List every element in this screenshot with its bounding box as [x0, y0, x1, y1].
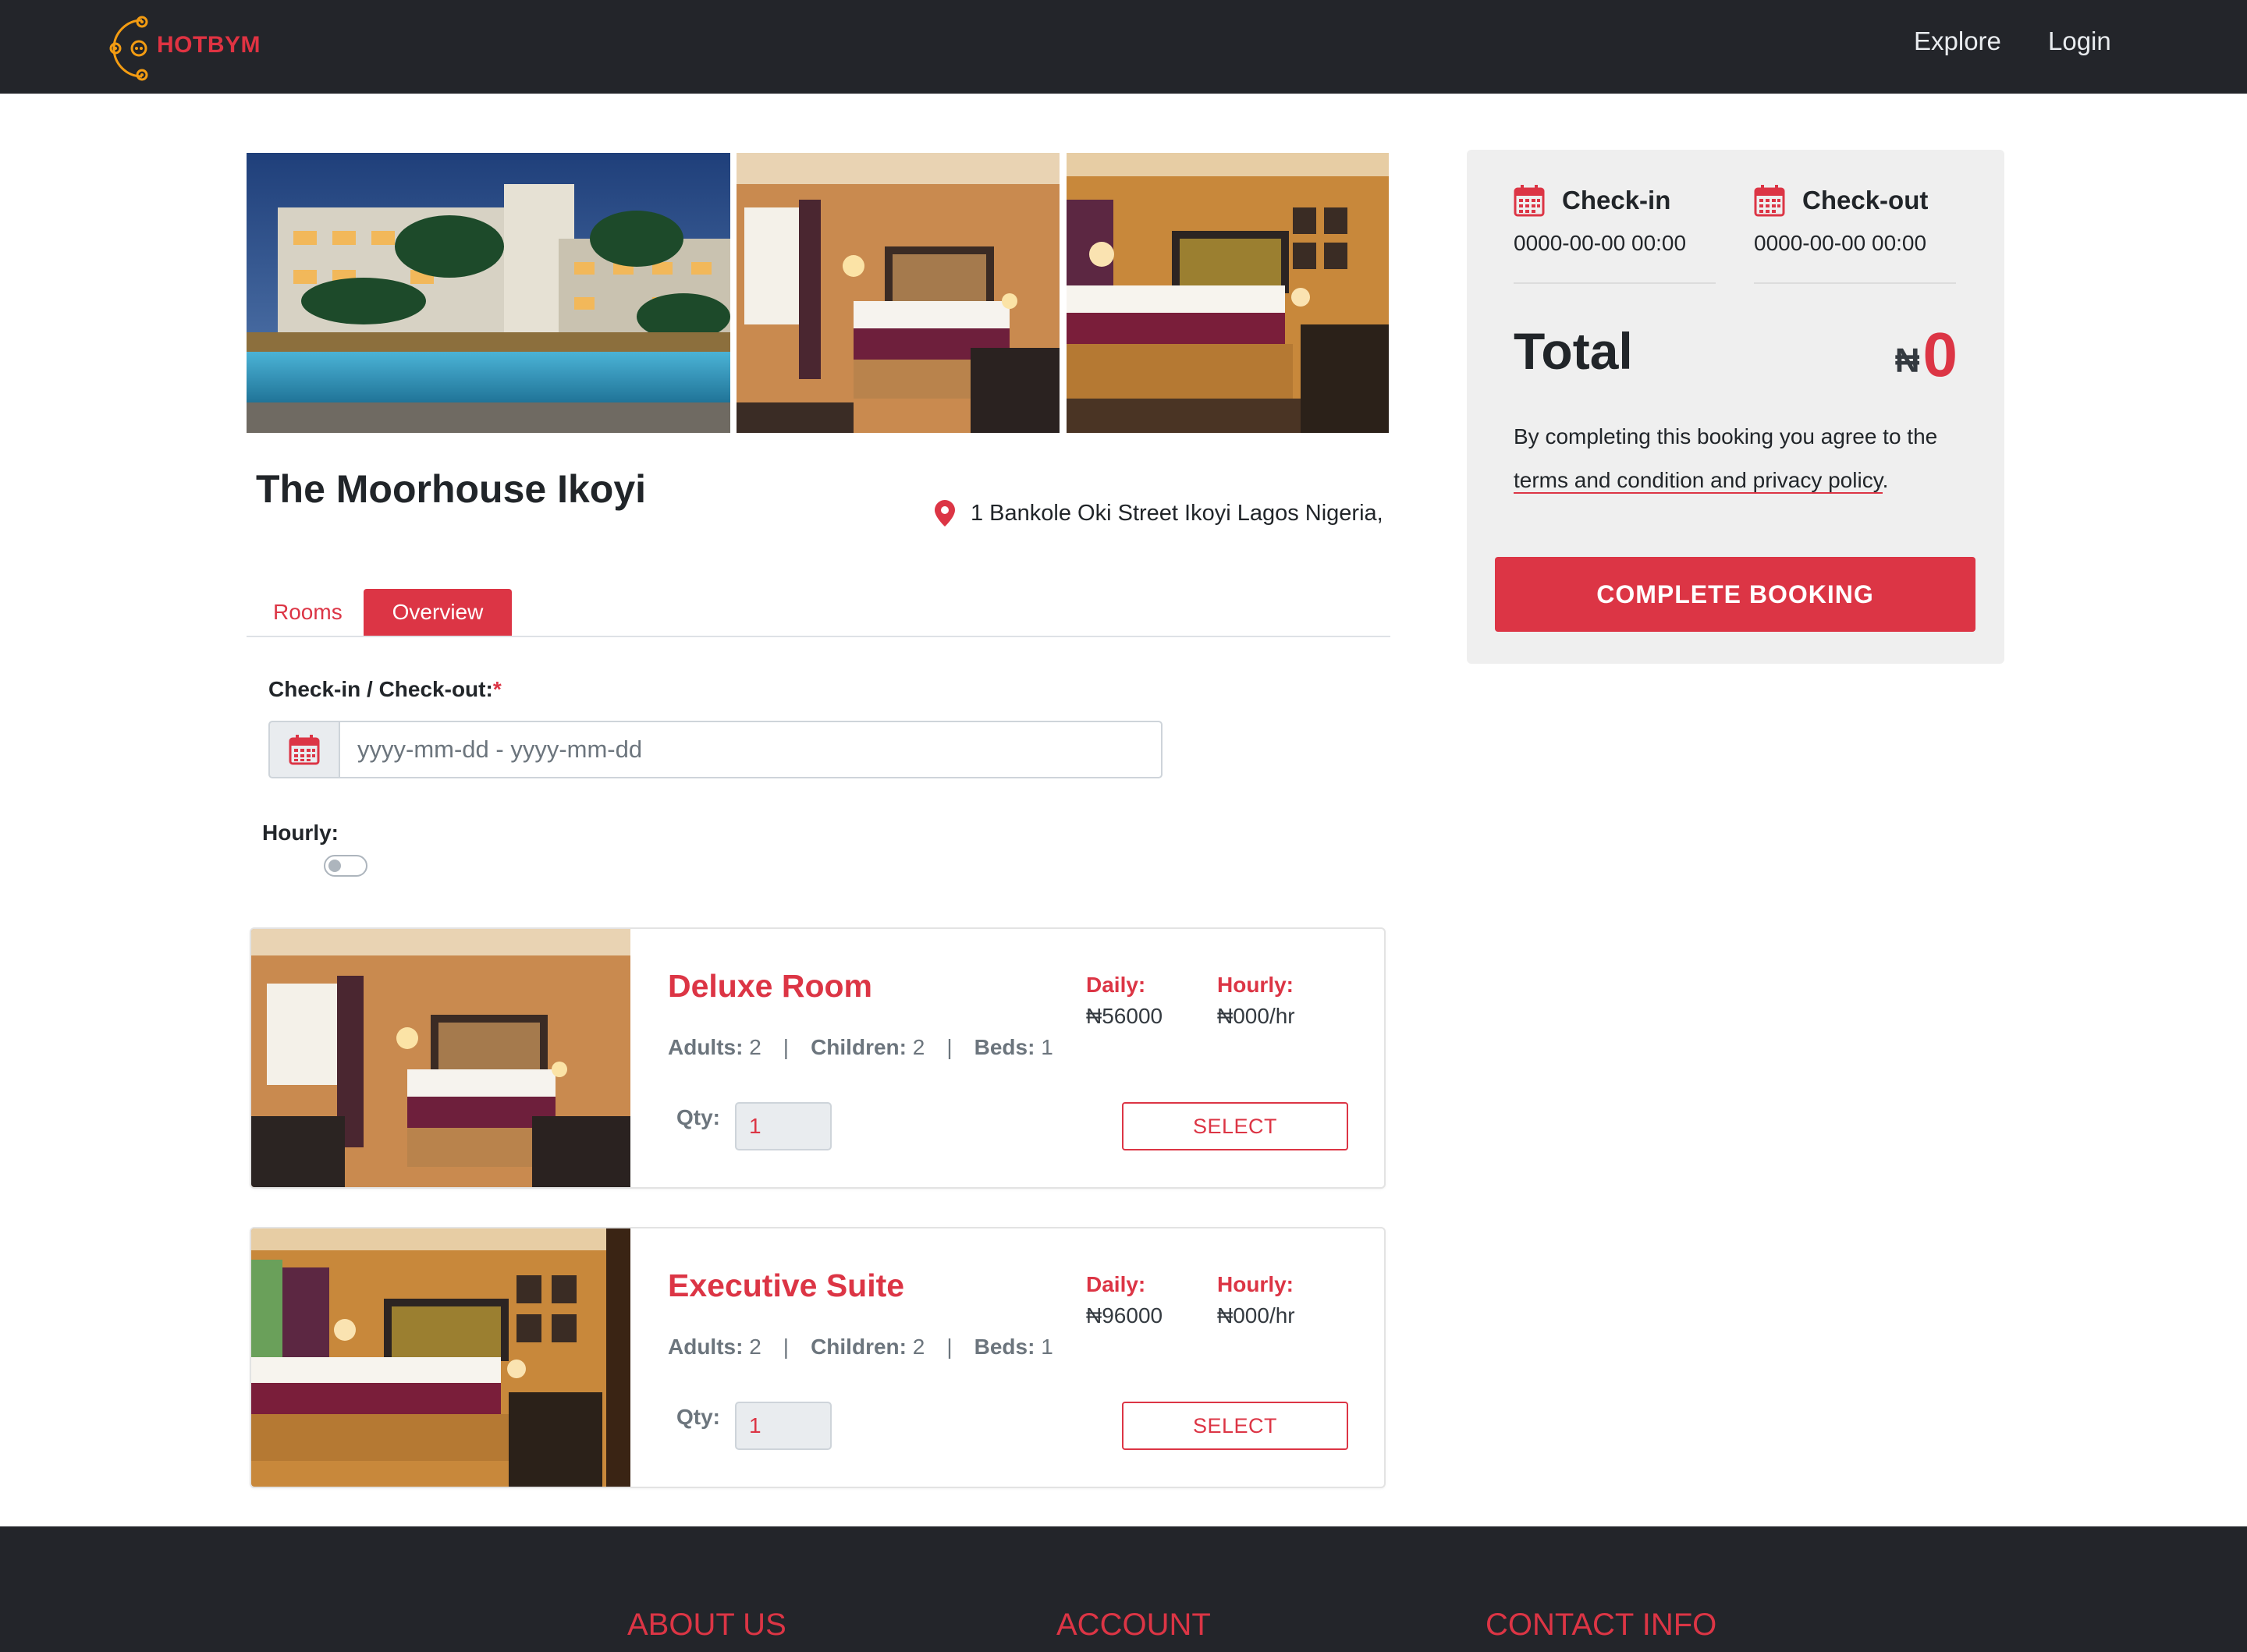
qty-input[interactable]	[735, 1402, 832, 1450]
checkout-value: 0000-00-00 00:00	[1754, 231, 1956, 284]
checkout-heading: Check-out	[1754, 183, 1956, 218]
tab-overview[interactable]: Overview	[364, 589, 512, 636]
top-navbar: HOTBYM Explore Login	[0, 0, 2247, 94]
beds-value: 1	[1041, 1335, 1053, 1359]
room-capacity: Adults: 2 | Children: 2 | Beds: 1	[668, 1035, 1053, 1060]
separator: |	[783, 1035, 790, 1059]
hourly-price: Hourly: ₦000/hr	[1217, 1269, 1295, 1331]
suite-bedroom-photo-icon	[251, 1228, 630, 1487]
currency-symbol: ₦	[1894, 342, 1920, 380]
beds-label: Beds:	[974, 1035, 1035, 1059]
adults-label: Adults:	[668, 1335, 744, 1359]
hotel-address: 1 Bankole Oki Street Ikoyi Lagos Nigeria…	[935, 500, 1383, 526]
daily-price: Daily: ₦56000	[1086, 970, 1163, 1032]
daily-price-label: Daily:	[1086, 1272, 1146, 1296]
nav-explore-link[interactable]: Explore	[1914, 27, 2001, 56]
hourly-price-value: ₦000/hr	[1217, 1303, 1295, 1328]
booking-summary: Check-in 0000-00-00 00:00 Check-out 0000…	[1467, 150, 2004, 664]
date-range-input[interactable]	[339, 721, 1163, 778]
brand-logo[interactable]: HOTBYM	[109, 14, 265, 81]
footer-contact-heading: CONTACT INFO	[1486, 1608, 1717, 1642]
hotel-address-text: 1 Bankole Oki Street Ikoyi Lagos Nigeria…	[971, 500, 1383, 526]
beds-value: 1	[1041, 1035, 1053, 1059]
dates-label: Check-in / Check-out:*	[268, 677, 502, 702]
calendar-icon	[1754, 185, 1785, 217]
map-pin-icon	[935, 500, 955, 526]
gallery-image-deluxe-room[interactable]	[737, 153, 1060, 433]
separator: |	[946, 1035, 953, 1059]
hourly-label: Hourly:	[262, 821, 339, 845]
terms-link[interactable]: terms and condition and privacy policy	[1514, 468, 1883, 494]
beds-label: Beds:	[974, 1335, 1035, 1359]
qty-label: Qty:	[676, 1405, 720, 1429]
deluxe-bedroom-photo-icon	[737, 153, 1060, 433]
qty-label: Qty:	[676, 1105, 720, 1129]
total-amount: ₦ 0	[1895, 321, 1958, 388]
hourly-price-label: Hourly:	[1217, 973, 1294, 997]
terms-notice: By completing this booking you agree to …	[1514, 415, 1974, 502]
agree-text: By completing this booking you agree to …	[1514, 424, 1938, 448]
agree-end: .	[1882, 468, 1889, 492]
adults-label: Adults:	[668, 1035, 744, 1059]
daily-price-value: ₦56000	[1086, 1004, 1163, 1028]
gallery-image-hotel-pool[interactable]	[247, 153, 730, 433]
toggle-knob	[328, 860, 341, 872]
daily-price-label: Daily:	[1086, 973, 1146, 997]
brand-name: HOTBYM	[157, 32, 261, 58]
room-capacity: Adults: 2 | Children: 2 | Beds: 1	[668, 1335, 1053, 1360]
children-value: 2	[912, 1335, 925, 1359]
daily-price: Daily: ₦96000	[1086, 1269, 1163, 1331]
footer: ABOUT US ACCOUNT CONTACT INFO	[0, 1526, 2247, 1652]
hourly-price: Hourly: ₦000/hr	[1217, 970, 1295, 1032]
room-name: Executive Suite	[668, 1267, 905, 1303]
dates-label-text: Check-in / Check-out:	[268, 677, 493, 701]
checkin-heading: Check-in	[1514, 183, 1716, 218]
checkin-summary: Check-in 0000-00-00 00:00	[1514, 183, 1716, 284]
hourly-toggle[interactable]	[324, 855, 367, 877]
date-addon[interactable]	[268, 721, 339, 778]
select-room-button[interactable]: SELECT	[1122, 1402, 1348, 1450]
logo-mark-icon	[109, 16, 148, 81]
daily-price-value: ₦96000	[1086, 1303, 1163, 1328]
calendar-icon	[1514, 185, 1545, 217]
hotel-pool-photo-icon	[247, 153, 730, 433]
separator: |	[783, 1335, 790, 1359]
children-value: 2	[912, 1035, 925, 1059]
checkout-summary: Check-out 0000-00-00 00:00	[1754, 183, 1956, 284]
room-image	[251, 1228, 630, 1487]
total-label: Total	[1514, 322, 1633, 380]
tab-rooms[interactable]: Rooms	[247, 589, 369, 636]
complete-booking-button[interactable]: COMPLETE BOOKING	[1495, 557, 1975, 632]
room-card: Deluxe Room Adults: 2 | Children: 2 | Beds: …	[250, 927, 1386, 1189]
room-image	[251, 929, 630, 1187]
footer-account-heading: ACCOUNT	[1056, 1608, 1211, 1642]
calendar-icon	[289, 735, 320, 765]
qty-input[interactable]	[735, 1102, 832, 1150]
suite-bedroom-photo-icon	[1067, 153, 1389, 433]
checkin-label: Check-in	[1562, 186, 1671, 214]
children-label: Children:	[811, 1335, 907, 1359]
checkout-label: Check-out	[1802, 186, 1929, 214]
adults-value: 2	[749, 1335, 761, 1359]
required-mark: *	[492, 677, 502, 701]
room-name: Deluxe Room	[668, 968, 872, 1004]
deluxe-bedroom-photo-icon	[251, 929, 630, 1187]
children-label: Children:	[811, 1035, 907, 1059]
checkin-value: 0000-00-00 00:00	[1514, 231, 1716, 284]
adults-value: 2	[749, 1035, 761, 1059]
date-range-group	[268, 721, 1163, 778]
select-room-button[interactable]: SELECT	[1122, 1102, 1348, 1150]
separator: |	[946, 1335, 953, 1359]
nav-login-link[interactable]: Login	[2048, 27, 2111, 56]
room-card: Executive Suite Adults: 2 | Children: 2 | Be…	[250, 1227, 1386, 1488]
total-value: 0	[1922, 320, 1958, 389]
footer-about-heading: ABOUT US	[627, 1608, 786, 1642]
hotel-name: The Moorhouse Ikoyi	[256, 467, 647, 511]
gallery-image-executive-suite[interactable]	[1067, 153, 1389, 433]
hourly-price-label: Hourly:	[1217, 1272, 1294, 1296]
hourly-price-value: ₦000/hr	[1217, 1004, 1295, 1028]
hotel-tabs: Rooms Overview	[247, 589, 1390, 637]
